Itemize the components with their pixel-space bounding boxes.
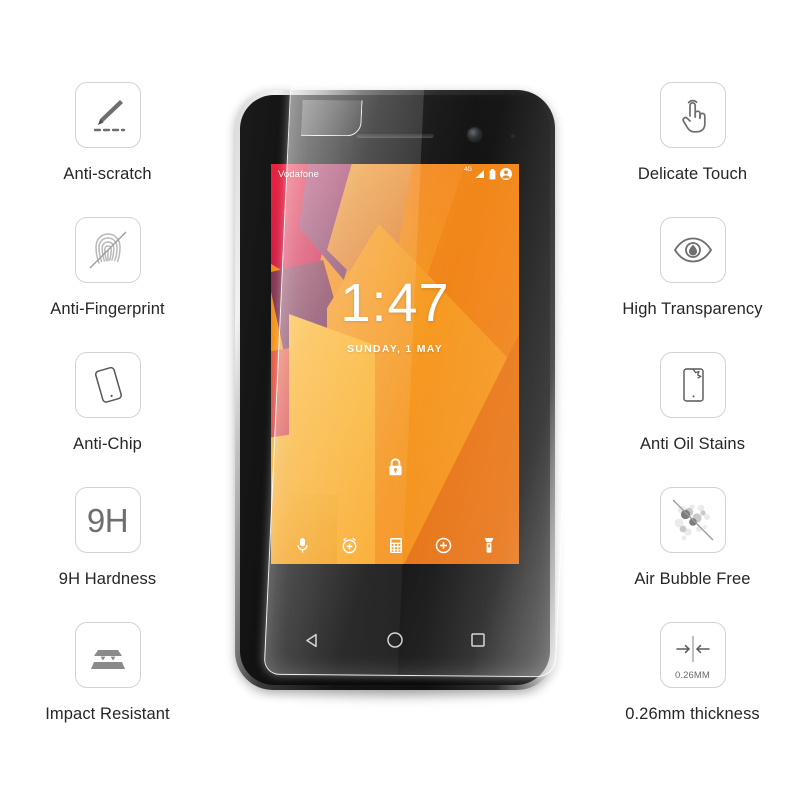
proximity-sensor-icon bbox=[511, 134, 515, 138]
feature-label: Anti Oil Stains bbox=[639, 435, 746, 453]
account-icon bbox=[500, 168, 512, 180]
navigation-bar bbox=[271, 620, 519, 660]
phone-mockup: Vodafone 4G 1:47 SUNDAY, 1 MAY bbox=[215, 76, 585, 718]
9h-icon-text: 9H bbox=[86, 501, 129, 539]
feature-thickness: 0.26MM 0.26mm thickness bbox=[585, 622, 800, 724]
add-circle-icon[interactable] bbox=[435, 537, 452, 554]
flashlight-icon[interactable] bbox=[483, 537, 495, 554]
feature-label: 0.26mm thickness bbox=[625, 705, 760, 723]
alarm-add-icon[interactable] bbox=[341, 537, 358, 554]
thickness-icon-text: 0.26MM bbox=[675, 670, 710, 681]
status-icons: 4G bbox=[463, 167, 512, 180]
calculator-icon[interactable] bbox=[389, 537, 403, 554]
lockscreen-shortcuts bbox=[271, 537, 519, 554]
feature-9h-hardness: 9H 9H Hardness bbox=[0, 487, 215, 589]
feature-delicate-touch: Delicate Touch bbox=[585, 82, 800, 184]
clock-date: SUNDAY, 1 MAY bbox=[346, 343, 444, 355]
product-feature-graphic: Anti-scratch Anti-Fingerprint Anti-Chip … bbox=[0, 0, 800, 800]
feature-anti-chip: Anti-Chip bbox=[0, 352, 215, 454]
back-icon[interactable] bbox=[304, 632, 321, 649]
9h-text-icon: 9H bbox=[74, 487, 141, 553]
earpiece-icon bbox=[356, 132, 434, 138]
microphone-icon[interactable] bbox=[295, 537, 310, 554]
feature-anti-oil-stains: Anti Oil Stains bbox=[585, 352, 800, 454]
layered-impact-icon bbox=[74, 622, 141, 688]
feature-anti-scratch: Anti-scratch bbox=[0, 82, 215, 184]
right-feature-column: Delicate Touch High Transparency Anti Oi… bbox=[585, 0, 800, 800]
network-label: 4G bbox=[463, 167, 472, 173]
feature-impact-resistant: Impact Resistant bbox=[0, 622, 215, 724]
recents-icon[interactable] bbox=[470, 632, 486, 648]
tilted-phone-icon bbox=[74, 352, 141, 418]
left-feature-column: Anti-scratch Anti-Fingerprint Anti-Chip … bbox=[0, 0, 215, 800]
front-camera-icon bbox=[468, 128, 481, 141]
feature-anti-fingerprint: Anti-Fingerprint bbox=[0, 217, 215, 319]
battery-icon bbox=[489, 168, 496, 179]
feature-high-transparency: High Transparency bbox=[585, 217, 800, 319]
bubbles-crossed-icon bbox=[659, 487, 726, 553]
feature-label: Anti-Fingerprint bbox=[50, 300, 165, 318]
eye-icon bbox=[659, 217, 726, 283]
phone-screen: Vodafone 4G 1:47 SUNDAY, 1 MAY bbox=[271, 164, 519, 564]
status-bar: Vodafone 4G bbox=[271, 164, 519, 184]
phone-oil-stain-icon bbox=[659, 352, 726, 418]
feature-label: Impact Resistant bbox=[45, 705, 170, 723]
clock-time: 1:47 bbox=[340, 273, 450, 333]
signal-icon bbox=[475, 170, 484, 178]
phone-body: Vodafone 4G 1:47 SUNDAY, 1 MAY bbox=[235, 90, 555, 690]
carrier-label: Vodafone bbox=[278, 168, 319, 180]
wallpaper bbox=[271, 164, 519, 564]
feature-label: Anti-scratch bbox=[63, 165, 152, 183]
feature-label: 9H Hardness bbox=[58, 570, 157, 588]
feature-air-bubble-free: Air Bubble Free bbox=[585, 487, 800, 589]
feature-label: Delicate Touch bbox=[637, 165, 748, 183]
home-icon[interactable] bbox=[386, 631, 404, 649]
fingerprint-crossed-icon bbox=[74, 217, 141, 283]
feature-label: Anti-Chip bbox=[73, 435, 142, 453]
feature-label: Air Bubble Free bbox=[634, 570, 751, 588]
thickness-arrows-icon: 0.26MM bbox=[659, 622, 726, 688]
knife-scratch-icon bbox=[74, 82, 141, 148]
padlock-icon bbox=[271, 457, 519, 477]
feature-label: High Transparency bbox=[622, 300, 763, 318]
lockscreen-clock: 1:47 SUNDAY, 1 MAY bbox=[271, 276, 519, 355]
tap-hand-icon bbox=[659, 82, 726, 148]
